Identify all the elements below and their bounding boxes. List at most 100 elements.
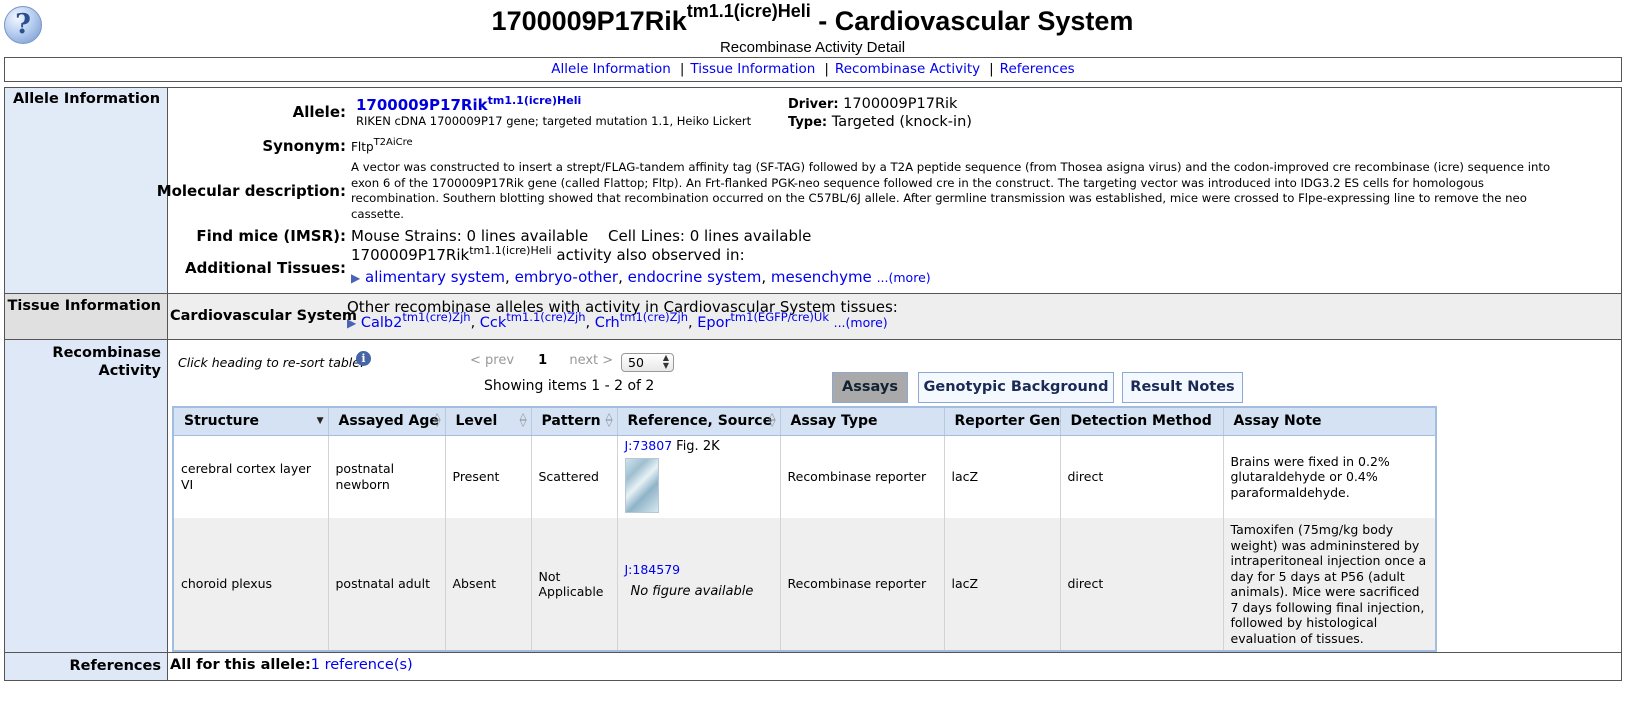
recombinase-section-label: Recombinase Activity <box>5 340 168 652</box>
tab-assays[interactable]: Assays <box>832 372 908 403</box>
nav-allele-information[interactable]: Allele Information <box>551 61 671 77</box>
allele-type: Type: Targeted (knock-in) <box>788 114 972 130</box>
cell-note: Brains were fixed in 0.2% glutaraldehyde… <box>1223 435 1437 518</box>
current-page: 1 <box>538 353 548 368</box>
references-label: All for this allele: <box>170 657 311 673</box>
assay-table: Structure ▼ Assayed Age △ ▽ Level △ ▽ Pattern… <box>172 406 1437 652</box>
synonym-value: FltpT2AiCre <box>351 137 413 154</box>
sort-icon: △ ▽ <box>768 412 776 429</box>
figure-label: Fig. 2K <box>676 438 720 454</box>
table-row: choroid plexus postnatal adult Absent No… <box>173 518 1437 651</box>
more-alleles-link[interactable]: ...(more) <box>834 315 888 330</box>
expand-triangle-icon[interactable]: ▶ <box>347 316 356 330</box>
cell-reference: J:184579 No figure available <box>617 518 781 651</box>
reference-link[interactable]: J:184579 <box>625 562 681 577</box>
cell-note: Tamoxifen (75mg/kg body weight) was admi… <box>1223 518 1437 651</box>
tissue-link[interactable]: endocrine system <box>628 268 762 286</box>
column-header-pattern[interactable]: Pattern △ ▽ <box>531 407 618 436</box>
tissue-name: Cardiovascular System <box>170 308 358 324</box>
allele-section-label: Allele Information <box>5 88 168 293</box>
nav-recombinase-activity[interactable]: Recombinase Activity <box>835 61 980 77</box>
tissue-link[interactable]: alimentary system <box>365 268 505 286</box>
cell-reference: J:73807 Fig. 2K <box>617 435 781 518</box>
cell-assay-type: Recombinase reporter <box>780 435 945 518</box>
allele-name: RIKEN cDNA 1700009P17 gene; targeted mut… <box>356 114 752 128</box>
next-page-link[interactable]: next > <box>569 353 613 368</box>
column-header-structure[interactable]: Structure ▼ <box>173 407 329 436</box>
tissue-allele-list: ▶ Calb2tm1(cre)Zjh, Ccktm1.1(cre)Zjh, Cr… <box>347 310 888 331</box>
column-header-assay-type[interactable]: Assay Type <box>780 407 945 436</box>
tissue-link[interactable]: embryo-other <box>515 268 619 286</box>
prev-page-link[interactable]: < prev <box>470 353 514 368</box>
allele-section: Allele Information Allele: 1700009P17Rik… <box>5 88 1621 294</box>
references-link[interactable]: 1 reference(s) <box>311 657 413 673</box>
select-arrows-icon: ▲ ▼ <box>662 353 669 370</box>
additional-tissues-intro: 1700009P17Riktm1.1(icre)Heli activity al… <box>351 244 745 264</box>
molecular-description: A vector was constructed to insert a str… <box>351 160 1551 221</box>
column-header-level[interactable]: Level △ ▽ <box>445 407 532 436</box>
cell-reporter-gene: lacZ <box>944 435 1061 518</box>
page-subtitle: Recombinase Activity Detail <box>719 39 906 56</box>
references-section: References All for this allele:1 referen… <box>5 653 1621 680</box>
cell-level: Absent <box>445 518 532 651</box>
cell-age: postnatal adult <box>328 518 446 651</box>
references-section-label: References <box>5 653 168 680</box>
info-icon[interactable]: i <box>356 351 371 366</box>
additional-tissues-label: Additional Tissues: <box>184 259 346 277</box>
find-mice-label: Find mice (IMSR): <box>196 227 346 245</box>
tab-genotypic-background[interactable]: Genotypic Background <box>918 372 1114 403</box>
allele-link-crh[interactable]: Crhtm1(cre)Zjh <box>595 310 688 331</box>
table-row: cerebral cortex layer VI postnatal newbo… <box>173 435 1437 518</box>
page-size-select[interactable]: 50 ▲ ▼ <box>621 353 674 372</box>
column-header-reporter-gene[interactable]: Reporter Gene <box>944 407 1070 436</box>
table-header-row: Structure ▼ Assayed Age △ ▽ Level △ ▽ Pattern… <box>173 407 1437 436</box>
cell-level: Present <box>445 435 532 518</box>
driver: Driver: 1700009P17Rik <box>788 96 958 112</box>
cell-reporter-gene: lacZ <box>944 518 1061 651</box>
allele-symbol[interactable]: 1700009P17Riktm1.1(icre)Heli <box>356 94 581 114</box>
additional-tissues-list: ▶ alimentary system, embryo-other, endoc… <box>351 268 931 286</box>
detail-table: Allele Information Allele: 1700009P17Rik… <box>4 87 1622 681</box>
allele-link-cck[interactable]: Ccktm1.1(cre)Zjh <box>480 310 586 331</box>
cell-detection: direct <box>1060 435 1224 518</box>
sort-desc-icon: ▼ <box>316 416 324 426</box>
cell-pattern: Not Applicable <box>531 518 618 651</box>
showing-count: Showing items 1 - 2 of 2 <box>484 378 655 394</box>
resort-hint: Click heading to re-sort table. <box>178 355 364 370</box>
reference-link[interactable]: J:73807 <box>625 438 673 453</box>
cell-structure: cerebral cortex layer VI <box>173 435 329 518</box>
cell-lines: Cell Lines: 0 lines available <box>608 227 812 245</box>
column-header-detection-method[interactable]: Detection Method <box>1060 407 1224 436</box>
cell-pattern: Scattered <box>531 435 618 518</box>
more-tissues-link[interactable]: ...(more) <box>877 270 931 285</box>
allele-label: Allele: <box>292 103 346 121</box>
column-header-assayed-age[interactable]: Assayed Age △ ▽ <box>328 407 446 436</box>
cell-assay-type: Recombinase reporter <box>780 518 945 651</box>
pager: < prev 1 next > <box>470 353 613 368</box>
nav-tissue-information[interactable]: Tissue Information <box>690 61 815 77</box>
cell-detection: direct <box>1060 518 1224 651</box>
tab-result-notes[interactable]: Result Notes <box>1122 372 1243 403</box>
molecular-description-label: Molecular description: <box>156 182 346 200</box>
mouse-strains: Mouse Strains: 0 lines available <box>351 227 589 245</box>
cell-age: postnatal newborn <box>328 435 446 518</box>
no-figure-text: No figure available <box>630 583 754 599</box>
page-title: 1700009P17Riktm1.1(icre)Heli - Cardiovas… <box>491 1 1134 36</box>
column-header-assay-note[interactable]: Assay Note <box>1223 407 1437 436</box>
title-superscript: tm1.1(icre)Heli <box>686 1 811 21</box>
tissue-section: Tissue Information Cardiovascular System… <box>5 294 1621 340</box>
recombinase-section: Recombinase Activity Click heading to re… <box>5 340 1621 653</box>
tissue-section-label: Tissue Information <box>5 294 168 339</box>
sort-icon: △ ▽ <box>433 412 441 429</box>
synonym-label: Synonym: <box>262 137 346 155</box>
column-header-reference[interactable]: Reference, Source △ ▽ <box>617 407 781 436</box>
allele-link-epor[interactable]: Eportm1(EGFP/cre)Uk <box>697 310 829 331</box>
cell-structure: choroid plexus <box>173 518 329 651</box>
sort-icon: △ ▽ <box>519 412 527 429</box>
section-nav: Allele Information | Tissue Information | Re… <box>4 57 1622 82</box>
expand-triangle-icon[interactable]: ▶ <box>351 271 360 285</box>
tissue-link[interactable]: mesenchyme <box>771 268 872 286</box>
allele-link-calb2[interactable]: Calb2tm1(cre)Zjh <box>361 310 471 331</box>
nav-references[interactable]: References <box>1000 61 1075 77</box>
figure-thumbnail[interactable] <box>624 458 659 513</box>
